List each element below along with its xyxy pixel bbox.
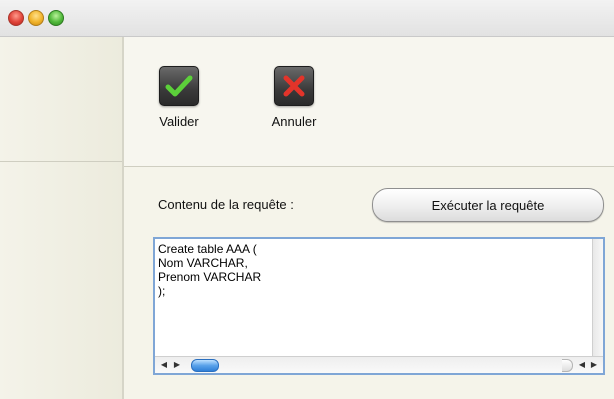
x-icon (274, 66, 314, 106)
annuler-label: Annuler (271, 114, 317, 129)
query-content-label: Contenu de la requête : (158, 197, 294, 212)
zoom-window-button[interactable] (48, 10, 64, 26)
minimize-window-button[interactable] (28, 10, 44, 26)
close-window-button[interactable] (8, 10, 24, 26)
valider-label: Valider (159, 114, 199, 129)
execute-query-button[interactable]: Exécuter la requête (372, 188, 604, 222)
title-bar (0, 0, 614, 37)
sidebar (0, 37, 124, 399)
scroll-thumb[interactable] (191, 359, 219, 372)
checkmark-icon (159, 66, 199, 106)
annuler-button[interactable]: Annuler (264, 66, 324, 129)
query-textarea[interactable]: Create table AAA ( Nom VARCHAR, Prenom V… (153, 237, 605, 375)
scroll-track-end (562, 359, 573, 372)
scroll-right-arrow-icon[interactable]: ▶ (172, 359, 182, 370)
app-window: Valider Annuler Contenu de la requête : … (0, 0, 614, 399)
toolbar: Valider Annuler (124, 37, 614, 167)
valider-button[interactable]: Valider (149, 66, 209, 129)
query-text[interactable]: Create table AAA ( Nom VARCHAR, Prenom V… (158, 242, 592, 355)
horizontal-scrollbar[interactable]: ◀ ▶ ◀ ▶ (155, 356, 603, 373)
scroll-left-arrow-icon[interactable]: ◀ (159, 359, 169, 370)
sidebar-divider (0, 161, 122, 162)
scroll-right-end-arrow-icon[interactable]: ▶ (589, 359, 599, 370)
scroll-left-end-arrow-icon[interactable]: ◀ (577, 359, 587, 370)
query-panel: Contenu de la requête : Exécuter la requ… (124, 167, 614, 399)
vertical-scrollbar[interactable] (592, 239, 603, 357)
